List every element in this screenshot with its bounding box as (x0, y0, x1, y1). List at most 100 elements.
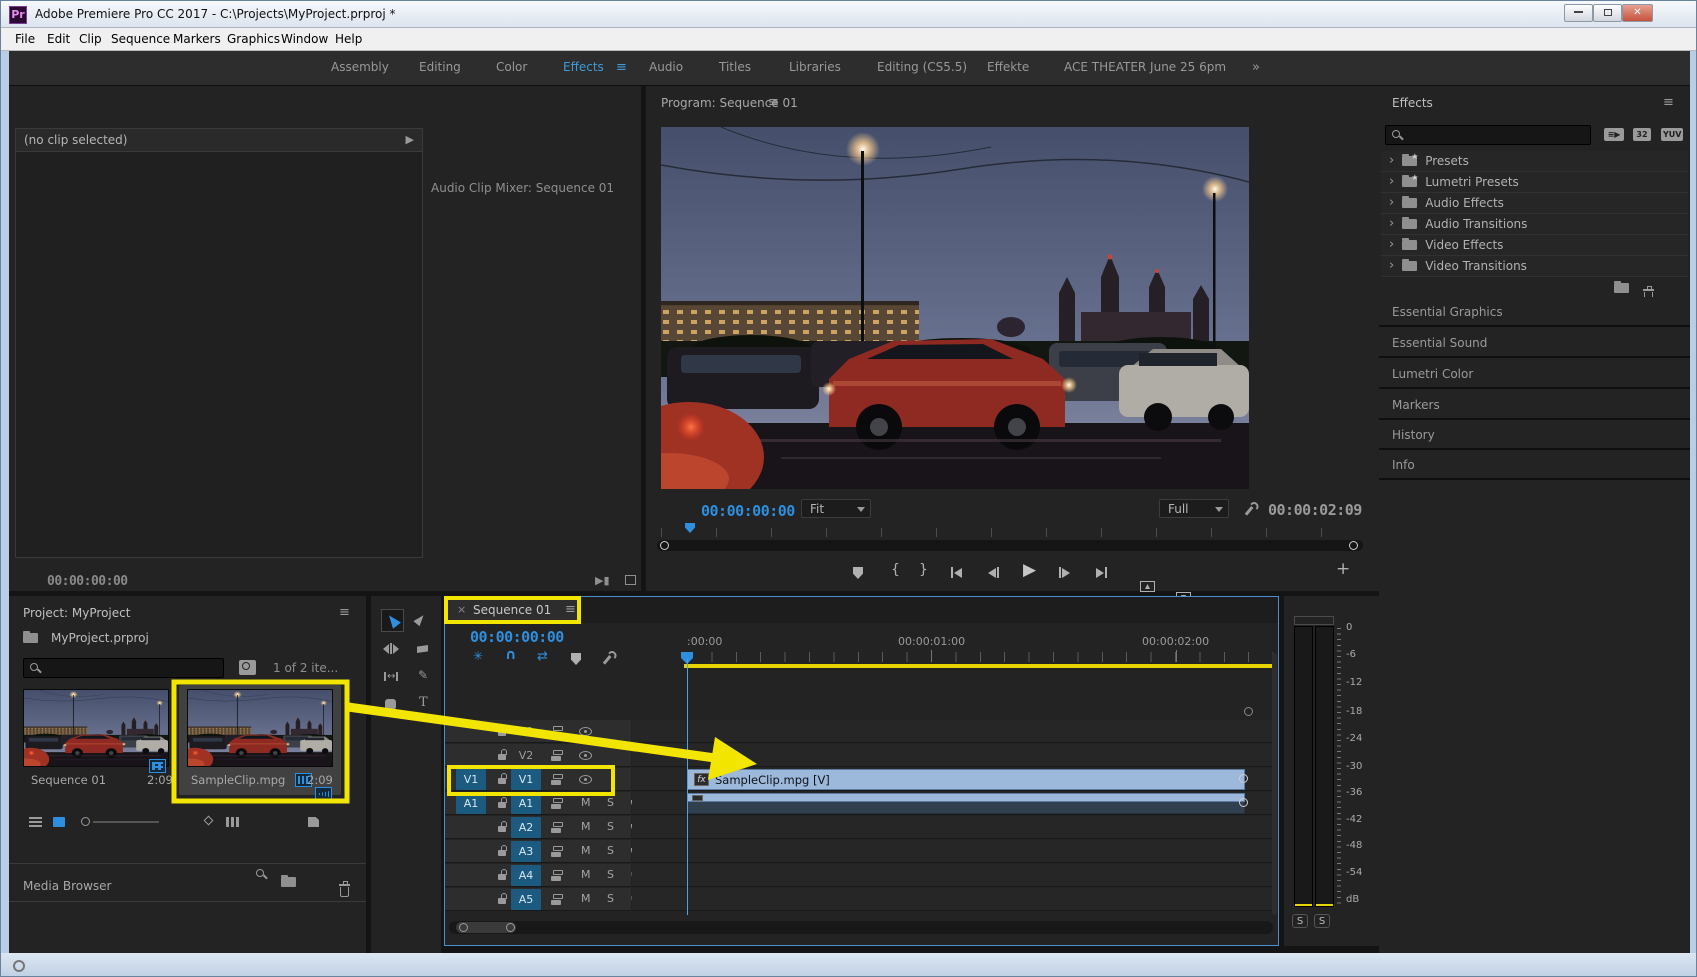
sync-lock-icon[interactable] (551, 870, 562, 881)
export-icon[interactable] (625, 575, 636, 585)
video-clip-sampleclip[interactable]: fx SampleClip.mpg [V] (687, 769, 1245, 790)
panel-history[interactable]: History (1379, 420, 1690, 450)
timeline-settings-icon[interactable] (598, 648, 618, 668)
source-patch-v1[interactable]: V1 (456, 769, 486, 790)
title-bar[interactable]: Pr Adobe Premiere Pro CC 2017 - C:\Proje… (1, 1, 1697, 28)
lock-icon[interactable] (498, 874, 506, 880)
new-bin-icon[interactable] (281, 877, 296, 887)
search-filter-icon[interactable] (239, 660, 256, 675)
track-content-v2[interactable] (632, 744, 1273, 767)
minimize-button[interactable] (1564, 4, 1593, 22)
play-audio-icon[interactable]: ▶▮ (595, 574, 610, 587)
effects-bin-audio-transitions[interactable]: ›Audio Transitions (1381, 214, 1688, 235)
icon-view-icon[interactable] (53, 817, 65, 827)
source-patch-a1[interactable]: A1 (456, 793, 486, 814)
audio-clip-sampleclip[interactable] (687, 793, 1245, 814)
sync-lock-icon[interactable] (551, 774, 562, 785)
expand-arrow-icon[interactable]: ▶ (406, 133, 414, 146)
add-marker-icon[interactable] (571, 653, 581, 665)
track-content-a4[interactable] (632, 864, 1273, 887)
workspace-tab-color[interactable]: Color (496, 60, 527, 74)
track-header-v3[interactable]: V3 (445, 720, 631, 743)
scrollbar-right-handle[interactable] (1349, 541, 1358, 550)
find-icon[interactable] (256, 869, 264, 877)
lock-icon[interactable] (498, 850, 506, 856)
clear-trash-icon[interactable] (340, 887, 349, 897)
add-button-icon[interactable]: + (1336, 559, 1350, 579)
project-panel-title[interactable]: Project: MyProject (23, 606, 130, 620)
panel-essential-sound[interactable]: Essential Sound (1379, 328, 1690, 358)
menu-clip[interactable]: Clip (79, 32, 102, 46)
yuv-badge[interactable]: YUV (1661, 128, 1683, 141)
program-timecode[interactable]: 00:00:00:00 (701, 502, 795, 520)
item-name-sequence[interactable]: Sequence 01 (31, 773, 106, 787)
workspace-tab-assembly[interactable]: Assembly (331, 60, 389, 74)
add-marker-icon[interactable] (853, 567, 863, 579)
clip-trim-handle[interactable] (1239, 774, 1248, 783)
track-select-tool-icon[interactable] (413, 613, 426, 627)
solo-button[interactable]: S (607, 892, 614, 905)
track-target-a1[interactable]: A1 (511, 793, 541, 814)
menu-edit[interactable]: Edit (47, 32, 70, 46)
menu-help[interactable]: Help (335, 32, 362, 46)
work-area-bar[interactable] (684, 664, 1273, 668)
new-item-icon[interactable] (308, 817, 319, 827)
timeline-v-scrollbar[interactable] (1272, 653, 1277, 915)
timeline-tab-menu-icon[interactable]: ≡ (565, 602, 576, 617)
program-ruler[interactable] (661, 528, 1361, 537)
track-target-a5[interactable]: A5 (511, 889, 541, 910)
track-header-a2[interactable]: A2 M S (445, 816, 631, 839)
lock-icon[interactable] (498, 826, 506, 832)
track-content-a2[interactable] (632, 816, 1273, 839)
solo-button[interactable]: S (607, 820, 614, 833)
solo-button[interactable]: S (607, 844, 614, 857)
timeline-h-scrollbar[interactable] (449, 921, 1273, 934)
slip-tool-icon[interactable]: ↔ (384, 671, 398, 682)
workspace-tab-libraries[interactable]: Libraries (789, 60, 841, 74)
track-header-v1[interactable]: V1 V1 (445, 768, 631, 791)
close-button[interactable]: ✕ (1622, 4, 1653, 22)
effects-bin-presets[interactable]: ›★Presets (1381, 151, 1688, 172)
effects-search-input[interactable] (1385, 125, 1591, 145)
workspace-tab-audio[interactable]: Audio (649, 60, 683, 74)
toggle-track-output-icon[interactable] (579, 727, 592, 736)
track-content-v3[interactable] (632, 720, 1273, 743)
workspace-tab-effekte[interactable]: Effekte (987, 60, 1029, 74)
automate-to-sequence-icon[interactable] (226, 817, 239, 827)
go-to-in-icon[interactable] (951, 567, 962, 578)
track-header-a4[interactable]: A4 M S 5.1 (445, 864, 631, 887)
mute-button[interactable]: M (581, 868, 591, 881)
project-menu-icon[interactable]: ≡ (339, 605, 350, 620)
workspace-tab-editing[interactable]: Editing (419, 60, 461, 74)
track-header-a5[interactable]: A5 M S 5.1 (445, 888, 631, 911)
sync-lock-icon[interactable] (551, 822, 562, 833)
lift-icon[interactable] (1140, 581, 1155, 592)
solo-button[interactable]: S (607, 868, 614, 881)
accelerated-effects-badge[interactable]: ≡▶ (1604, 128, 1624, 141)
timeline-timecode[interactable]: 00:00:00:00 (470, 628, 564, 646)
solo-left-button[interactable]: S (1292, 914, 1308, 928)
track-target-a3[interactable]: A3 (511, 841, 541, 862)
menu-window[interactable]: Window (281, 32, 328, 46)
workspace-effects-menu-icon[interactable]: ≡ (616, 60, 627, 75)
list-view-icon[interactable] (29, 817, 42, 827)
settings-wrench-icon[interactable] (1240, 499, 1260, 519)
program-menu-icon[interactable]: ≡ (768, 95, 779, 110)
project-search-input[interactable] (23, 658, 224, 678)
sync-lock-icon[interactable] (551, 750, 562, 761)
workspace-tab-effects-active[interactable]: Effects (563, 60, 604, 74)
timeline-tab[interactable]: × Sequence 01 ≡ (447, 598, 580, 622)
effect-controls-timecode[interactable]: 00:00:00:00 (47, 574, 128, 589)
mute-button[interactable]: M (581, 820, 591, 833)
type-tool-icon[interactable]: T (419, 695, 428, 710)
bit32-badge[interactable]: 32 (1633, 128, 1651, 141)
lock-icon[interactable] (498, 778, 506, 784)
track-header-a3[interactable]: A3 M S (445, 840, 631, 863)
menu-file[interactable]: File (15, 32, 35, 46)
zoom-slider-track[interactable] (93, 821, 159, 823)
project-root-item[interactable]: MyProject.prproj (51, 631, 149, 645)
workspace-overflow-icon[interactable]: » (1252, 60, 1260, 75)
effects-bin-video-effects[interactable]: ›Video Effects (1381, 235, 1688, 256)
zoom-level-dropdown[interactable]: Fit (801, 499, 871, 518)
lock-icon[interactable] (498, 898, 506, 904)
